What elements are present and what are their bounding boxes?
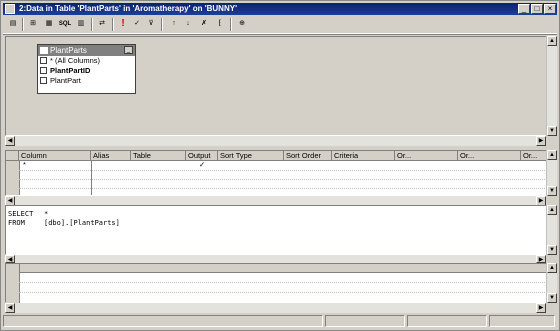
column-header[interactable]: Or... [458, 151, 521, 161]
diagram-vertical-scrollbar[interactable]: ▲ ▼ [546, 36, 557, 136]
column-item[interactable]: * (All Columns) [38, 56, 135, 66]
column-label: PlantPartID [50, 66, 91, 75]
scroll-right-button[interactable]: ▶ [536, 255, 546, 263]
status-cell [407, 315, 487, 327]
sql-vertical-scrollbar[interactable]: ▲ ▼ [546, 205, 557, 255]
table-minimize-button[interactable]: _ [124, 46, 133, 54]
results-row-line [19, 282, 547, 283]
results-header-row [6, 264, 547, 273]
column-item[interactable]: PlantPart [38, 76, 135, 86]
table-header[interactable]: PlantParts _ [38, 45, 135, 56]
column-checkbox[interactable] [40, 57, 47, 64]
grid-row-line [19, 170, 547, 171]
grid-col-line [91, 161, 92, 195]
minimize-button[interactable]: _ [518, 4, 530, 14]
column-header[interactable]: Table [131, 151, 186, 161]
sql-from-table: [dbo].[PlantParts] [44, 219, 120, 227]
table-title: PlantParts [50, 46, 87, 55]
sort-descending-icon[interactable]: ↓ [181, 18, 195, 30]
column-header[interactable]: Or... [521, 151, 547, 161]
table-icon [40, 47, 48, 54]
column-header[interactable]: Or... [395, 151, 458, 161]
grid-pane[interactable]: Column Alias Table Output Sort Type Sort… [5, 150, 548, 196]
toolbar-separator [22, 18, 24, 31]
grid-row-line [19, 188, 547, 189]
run-icon[interactable]: ! [116, 18, 130, 30]
remove-filter-icon[interactable]: ⊽ [144, 18, 158, 30]
grid-vertical-scrollbar[interactable]: ▲ ▼ [546, 150, 557, 196]
maximize-button[interactable]: □ [531, 4, 543, 14]
scroll-down-button[interactable]: ▼ [547, 293, 557, 303]
column-header[interactable]: Alias [91, 151, 131, 161]
scroll-up-button[interactable]: ▲ [547, 263, 557, 273]
results-row-line [19, 292, 547, 293]
status-cell [489, 315, 555, 327]
window-title: 2:Data in Table 'PlantParts' in 'Aromath… [19, 4, 237, 13]
grid-pane-icon[interactable]: ▦ [42, 18, 56, 30]
row-selector-header [6, 151, 19, 161]
scroll-up-button[interactable]: ▲ [547, 150, 557, 160]
scroll-right-button[interactable]: ▶ [536, 136, 546, 146]
results-pane[interactable] [5, 263, 548, 304]
verify-sql-icon[interactable]: ✓ [130, 18, 144, 30]
column-checkbox[interactable] [40, 67, 47, 74]
table-plantparts[interactable]: PlantParts _ * (All Columns) PlantPartID… [37, 44, 136, 94]
status-bar [3, 314, 557, 328]
add-table-icon[interactable]: ⊕ [235, 18, 249, 30]
sql-pane-button[interactable]: SQL [58, 18, 72, 30]
results-row-selectors[interactable] [6, 264, 20, 304]
toolbar-separator [91, 18, 93, 31]
sql-select-list: * [44, 210, 49, 218]
properties-icon[interactable]: ▤ [6, 18, 20, 30]
scroll-left-button[interactable]: ◀ [5, 303, 15, 313]
sql-pane[interactable]: SELECT * FROM [dbo].[PlantParts] [5, 205, 548, 255]
toolbar-separator [230, 18, 232, 31]
scroll-up-button[interactable]: ▲ [547, 205, 557, 215]
status-cell [325, 315, 405, 327]
column-header[interactable]: Sort Order [284, 151, 332, 161]
column-header[interactable]: Column [19, 151, 91, 161]
scroll-up-button[interactable]: ▲ [547, 36, 557, 46]
column-header[interactable]: Sort Type [218, 151, 284, 161]
scroll-down-button[interactable]: ▼ [547, 126, 557, 136]
toolbar: ▤ ⊞ ▦ SQL ▥ ⇄ ! ✓ ⊽ ↑ ↓ ✗ ⁅ ⊕ [3, 16, 557, 34]
column-label: * (All Columns) [50, 56, 101, 65]
row-selectors[interactable] [6, 161, 20, 195]
remove-filter2-icon[interactable]: ✗ [197, 18, 211, 30]
column-header[interactable]: Criteria [332, 151, 395, 161]
use-group-by-icon[interactable]: ⁅ [213, 18, 227, 30]
results-horizontal-scrollbar[interactable]: ◀ ▶ [5, 303, 546, 313]
change-type-icon[interactable]: ⇄ [95, 18, 109, 30]
results-pane-icon[interactable]: ▥ [74, 18, 88, 30]
toolbar-separator [161, 18, 163, 31]
grid-row-line [19, 179, 547, 180]
column-item[interactable]: PlantPartID [38, 66, 135, 76]
title-bar[interactable]: 2:Data in Table 'PlantParts' in 'Aromath… [3, 3, 557, 15]
column-checkbox[interactable] [40, 77, 47, 84]
scroll-left-button[interactable]: ◀ [5, 136, 15, 146]
results-vertical-scrollbar[interactable]: ▲ ▼ [546, 263, 557, 303]
output-checkbox[interactable]: ✓ [199, 160, 205, 169]
scroll-down-button[interactable]: ▼ [547, 245, 557, 255]
scroll-down-button[interactable]: ▼ [547, 186, 557, 196]
sql-horizontal-scrollbar[interactable]: ◀ ▶ [5, 255, 546, 263]
scroll-right-button[interactable]: ▶ [536, 303, 546, 313]
grid-cell-column[interactable]: * [23, 160, 26, 169]
close-button[interactable]: × [544, 4, 556, 14]
sql-keyword-select: SELECT [8, 210, 34, 218]
sort-ascending-icon[interactable]: ↑ [167, 18, 181, 30]
column-label: PlantPart [50, 76, 81, 85]
toolbar-separator [112, 18, 114, 31]
status-cell [3, 315, 323, 327]
diagram-pane-icon[interactable]: ⊞ [26, 18, 40, 30]
app-icon[interactable] [5, 4, 15, 14]
query-designer-window: 2:Data in Table 'PlantParts' in 'Aromath… [0, 0, 560, 331]
scroll-left-button[interactable]: ◀ [5, 255, 15, 263]
diagram-horizontal-scrollbar[interactable]: ◀ ▶ [5, 136, 546, 146]
sql-keyword-from: FROM [8, 219, 25, 227]
